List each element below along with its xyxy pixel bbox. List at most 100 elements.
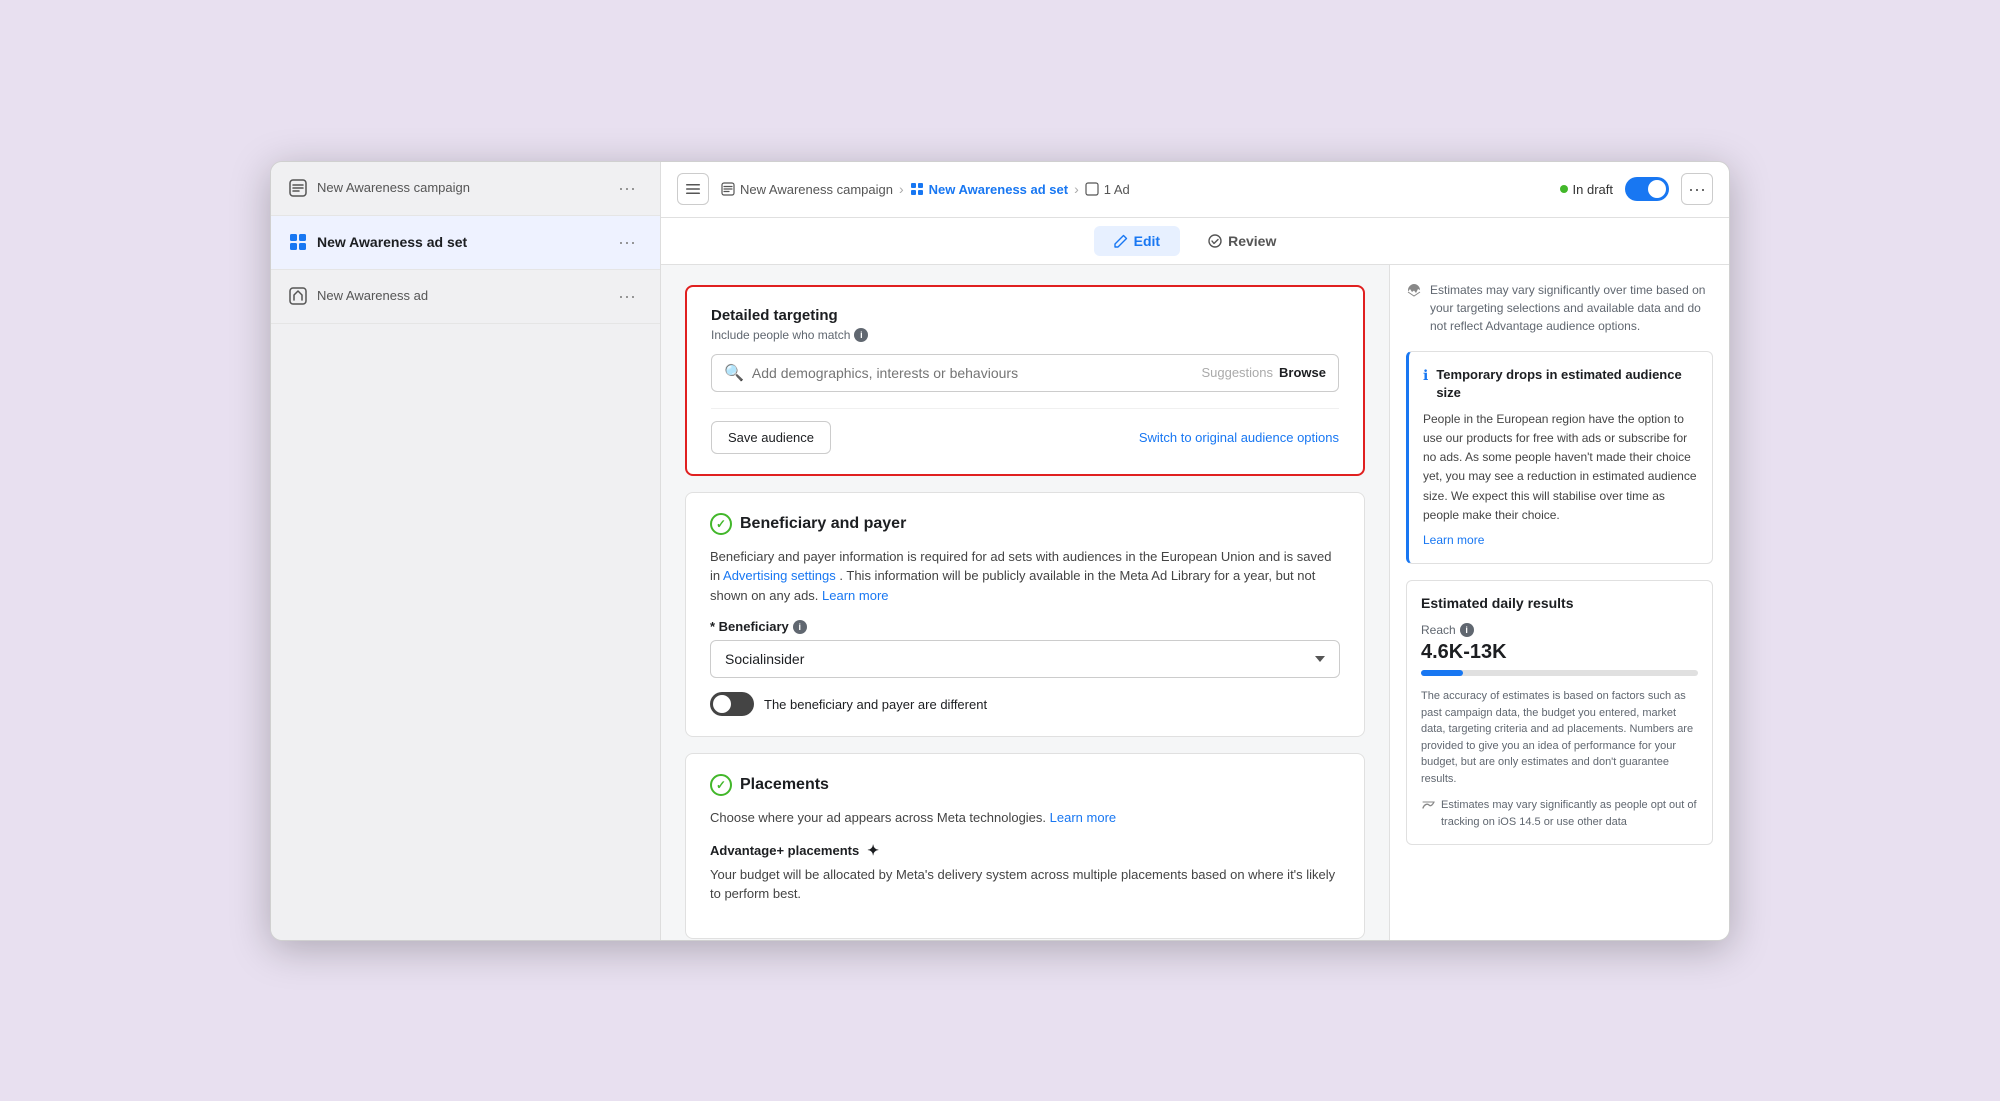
top-nav: New Awareness campaign › New Awareness a… <box>661 162 1729 218</box>
edit-tab-label: Edit <box>1134 233 1160 249</box>
advantage-placements-label: Advantage+ placements ✦ <box>710 842 1340 859</box>
browse-button[interactable]: Browse <box>1279 365 1326 380</box>
edit-review-bar: Edit Review <box>661 218 1729 265</box>
placements-description: Choose where your ad appears across Meta… <box>710 808 1340 828</box>
beneficiary-label-text: * Beneficiary <box>710 619 789 634</box>
estimate-note-icon <box>1406 282 1422 301</box>
beneficiary-learn-more-link[interactable]: Learn more <box>822 588 888 603</box>
subtitle-text: Include people who match <box>711 328 850 342</box>
beneficiary-title: Beneficiary and payer <box>740 515 906 533</box>
estimate-note-text: Estimates may vary significantly over ti… <box>1430 281 1713 335</box>
payer-toggle-row: The beneficiary and payer are different <box>710 692 1340 716</box>
breadcrumb-campaign[interactable]: New Awareness campaign <box>721 182 893 197</box>
blue-card-header: ℹ Temporary drops in estimated audience … <box>1423 366 1698 402</box>
breadcrumb-campaign-icon <box>721 182 735 196</box>
targeting-search-input[interactable] <box>752 365 1194 381</box>
sidebar-item-ad[interactable]: New Awareness ad ··· <box>271 270 660 324</box>
placements-card: ✓ Placements Choose where your ad appear… <box>685 753 1365 939</box>
reach-label: Reach i <box>1421 623 1698 637</box>
estimated-note: The accuracy of estimates is based on fa… <box>1421 688 1698 787</box>
estimate-note-container: Estimates may vary significantly over ti… <box>1406 281 1713 335</box>
edit-tab[interactable]: Edit <box>1094 226 1180 256</box>
reach-label-text: Reach <box>1421 623 1456 637</box>
content-area: Detailed targeting Include people who ma… <box>661 265 1729 940</box>
campaign-label: New Awareness campaign <box>317 180 470 197</box>
search-actions: Suggestions Browse <box>1201 365 1326 380</box>
breadcrumb-sep-1: › <box>899 181 904 197</box>
adset-icon <box>289 233 307 251</box>
blue-card-learn-more[interactable]: Learn more <box>1423 533 1484 547</box>
targeting-info-icon[interactable]: i <box>854 328 868 342</box>
breadcrumb-adset[interactable]: New Awareness ad set <box>910 182 1068 197</box>
blue-card-info-icon: ℹ <box>1423 367 1428 384</box>
est-footer-text: Estimates may vary significantly as peop… <box>1441 797 1698 830</box>
estimated-results-card: Estimated daily results Reach i 4.6K-13K… <box>1406 580 1713 845</box>
detailed-targeting-subtitle: Include people who match i <box>711 328 1339 342</box>
detailed-targeting-title: Detailed targeting <box>711 307 1339 324</box>
adset-label: New Awareness ad set <box>317 233 467 251</box>
beneficiary-field-label: * Beneficiary i <box>710 619 1340 634</box>
breadcrumb-adset-label: New Awareness ad set <box>929 182 1068 197</box>
placements-header: ✓ Placements <box>710 774 1340 796</box>
more-options-button[interactable]: ··· <box>1681 173 1713 205</box>
advantage-title: Advantage+ placements <box>710 843 859 858</box>
toggle-sidebar-button[interactable] <box>677 173 709 205</box>
reach-info-icon[interactable]: i <box>1460 623 1474 637</box>
beneficiary-description: Beneficiary and payer information is req… <box>710 547 1340 606</box>
switch-audience-link[interactable]: Switch to original audience options <box>1139 430 1339 445</box>
advertising-settings-link[interactable]: Advertising settings <box>723 568 836 583</box>
reach-bar-bg <box>1421 670 1698 676</box>
search-icon: 🔍 <box>724 363 744 383</box>
save-audience-button[interactable]: Save audience <box>711 421 831 454</box>
main-scroll: Detailed targeting Include people who ma… <box>661 265 1389 940</box>
detailed-targeting-card: Detailed targeting Include people who ma… <box>685 285 1365 476</box>
review-tab-label: Review <box>1228 233 1276 249</box>
payer-different-toggle[interactable] <box>710 692 754 716</box>
advantage-desc: Your budget will be allocated by Meta's … <box>710 865 1340 904</box>
ad-label: New Awareness ad <box>317 288 428 305</box>
breadcrumb-ad-label: 1 Ad <box>1104 182 1130 197</box>
status-badge: In draft <box>1560 182 1613 197</box>
right-sidebar: Estimates may vary significantly over ti… <box>1389 265 1729 940</box>
sidebar-ad-left: New Awareness ad <box>289 287 428 305</box>
reach-bar-fill <box>1421 670 1463 676</box>
breadcrumb-ad[interactable]: 1 Ad <box>1085 182 1130 197</box>
blue-card-text: People in the European region have the o… <box>1423 410 1698 525</box>
review-tab[interactable]: Review <box>1188 226 1296 256</box>
advantage-plus-icon: ✦ <box>867 842 879 859</box>
beneficiary-select[interactable]: Socialinsider <box>710 640 1340 678</box>
breadcrumb-sep-2: › <box>1074 181 1079 197</box>
sidebar-item-campaign[interactable]: New Awareness campaign ··· <box>271 162 660 216</box>
breadcrumb-adset-icon <box>910 182 924 196</box>
beneficiary-info-icon[interactable]: i <box>793 620 807 634</box>
campaign-icon <box>289 179 307 197</box>
beneficiary-check-icon: ✓ <box>710 513 732 535</box>
app-window: New Awareness campaign ··· New Awareness… <box>270 161 1730 941</box>
status-dot <box>1560 185 1568 193</box>
placements-desc-text: Choose where your ad appears across Meta… <box>710 810 1046 825</box>
beneficiary-header: ✓ Beneficiary and payer <box>710 513 1340 535</box>
targeting-card-footer: Save audience Switch to original audienc… <box>711 408 1339 454</box>
placements-learn-more-link[interactable]: Learn more <box>1050 810 1116 825</box>
breadcrumb-campaign-label: New Awareness campaign <box>740 182 893 197</box>
breadcrumb: New Awareness campaign › New Awareness a… <box>721 181 1560 197</box>
estimated-results-title: Estimated daily results <box>1421 595 1698 611</box>
campaign-more-button[interactable]: ··· <box>612 176 642 201</box>
reach-value: 4.6K-13K <box>1421 641 1698 664</box>
targeting-search-box[interactable]: 🔍 Suggestions Browse <box>711 354 1339 392</box>
adset-more-button[interactable]: ··· <box>612 230 642 255</box>
edit-icon <box>1114 234 1128 248</box>
estimated-footer: Estimates may vary significantly as peop… <box>1421 797 1698 830</box>
sidebar-item-left: New Awareness campaign <box>289 179 470 197</box>
breadcrumb-ad-icon <box>1085 182 1099 196</box>
publish-toggle[interactable] <box>1625 177 1669 201</box>
status-label: In draft <box>1573 182 1613 197</box>
review-icon <box>1208 234 1222 248</box>
placements-title: Placements <box>740 776 829 794</box>
ad-more-button[interactable]: ··· <box>612 284 642 309</box>
sidebar-item-adset[interactable]: New Awareness ad set ··· <box>271 216 660 270</box>
sidebar: New Awareness campaign ··· New Awareness… <box>271 162 661 940</box>
nav-right: In draft ··· <box>1560 173 1713 205</box>
est-footer-icon <box>1421 798 1435 815</box>
sidebar-adset-left: New Awareness ad set <box>289 233 467 251</box>
